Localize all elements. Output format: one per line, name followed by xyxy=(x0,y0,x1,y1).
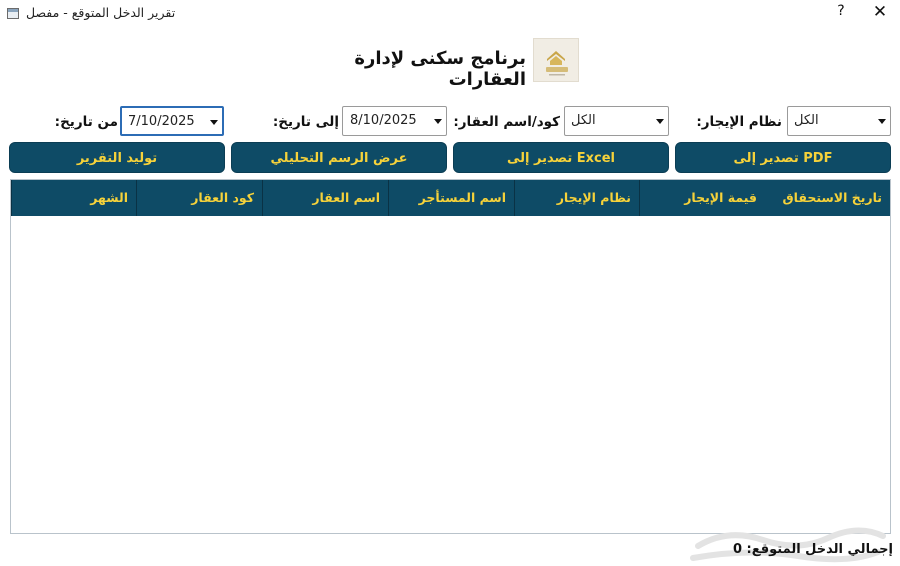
app-logo xyxy=(533,38,579,82)
chevron-down-icon[interactable] xyxy=(434,119,442,124)
from-date-value: 7/10/2025 xyxy=(128,114,195,129)
app-title: برنامج سكنى لإدارة العقارات xyxy=(354,48,526,90)
column-header-month[interactable]: الشهر xyxy=(11,180,136,216)
table-header: تاريخ الاستحقاق قيمة الإيجار نظام الإيجا… xyxy=(11,180,890,216)
export-excel-button[interactable]: Excel تصدير إلى xyxy=(453,142,669,173)
property-value: الكل xyxy=(571,113,596,128)
column-header-property-name[interactable]: اسم العقار xyxy=(262,180,388,216)
show-chart-button[interactable]: عرض الرسم التحليلي xyxy=(231,142,447,173)
column-header-rent-value[interactable]: قيمة الإيجار xyxy=(639,180,765,216)
to-date-label: إلى تاريخ: xyxy=(272,114,339,130)
to-date-picker[interactable]: 8/10/2025 xyxy=(342,106,447,136)
to-date-value: 8/10/2025 xyxy=(350,113,417,128)
property-label: كود/اسم العقار: xyxy=(453,114,560,130)
column-header-rent-system[interactable]: نظام الإيجار xyxy=(514,180,639,216)
generate-report-button[interactable]: توليد التقرير xyxy=(9,142,225,173)
chevron-down-icon[interactable] xyxy=(210,120,218,125)
window-title: تقرير الدخل المتوقع - مفصل xyxy=(26,5,176,20)
rent-system-select[interactable]: الكل xyxy=(787,106,891,136)
from-date-picker[interactable]: 7/10/2025 xyxy=(120,106,224,136)
from-date-label: من تاريخ: xyxy=(54,114,118,130)
rent-system-label: نظام الإيجار: xyxy=(696,114,782,130)
column-header-due-date[interactable]: تاريخ الاستحقاق xyxy=(765,180,890,216)
logo-house-icon xyxy=(546,51,568,76)
title-bar: تقرير الدخل المتوقع - مفصل ? ✕ xyxy=(0,0,900,28)
total-expected-income: إجمالي الدخل المتوقع: 0 xyxy=(732,542,893,557)
close-button[interactable]: ✕ xyxy=(868,2,892,24)
chevron-down-icon[interactable] xyxy=(878,119,886,124)
help-button[interactable]: ? xyxy=(832,3,850,23)
income-table[interactable]: تاريخ الاستحقاق قيمة الإيجار نظام الإيجا… xyxy=(10,179,891,534)
export-pdf-button[interactable]: PDF تصدير إلى xyxy=(675,142,891,173)
property-select[interactable]: الكل xyxy=(564,106,669,136)
rent-system-value: الكل xyxy=(794,113,819,128)
chevron-down-icon[interactable] xyxy=(656,119,664,124)
column-header-tenant-name[interactable]: اسم المستأجر xyxy=(388,180,514,216)
window-icon xyxy=(7,8,19,19)
column-header-property-code[interactable]: كود العقار xyxy=(136,180,262,216)
